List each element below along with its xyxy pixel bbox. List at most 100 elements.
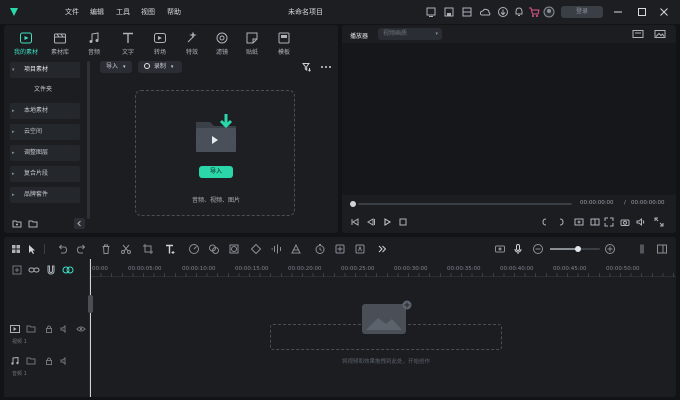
mute-icon[interactable] [60, 325, 70, 333]
timeline-playhead[interactable] [90, 259, 91, 397]
chevron-right-icon: ▸ [12, 108, 15, 114]
menu-file[interactable]: 文件 [65, 0, 79, 24]
tab-library[interactable]: 素材库 [44, 31, 76, 56]
login-button[interactable]: 登录 [561, 6, 603, 18]
folder-icon[interactable] [28, 219, 38, 229]
select-tool-icon[interactable] [26, 243, 38, 255]
more-options-icon[interactable] [320, 62, 332, 72]
import-dropdown[interactable]: 导入 ▾ [100, 61, 132, 73]
monitor-icon[interactable] [425, 6, 437, 18]
undo-icon[interactable] [56, 243, 68, 255]
lock-icon[interactable] [44, 325, 54, 333]
zoom-slider[interactable] [550, 246, 600, 252]
timer-icon[interactable] [314, 243, 326, 255]
tab-stickers[interactable]: 贴纸 [236, 31, 268, 56]
cart-icon[interactable] [528, 6, 540, 18]
camera-icon[interactable] [620, 217, 630, 227]
add-track-icon[interactable] [12, 265, 22, 275]
volume-icon[interactable] [636, 217, 646, 227]
media-drop-zone[interactable]: 导入 音频、视频、图片 [135, 90, 295, 216]
sidebar-item-folder[interactable]: 文件夹 [10, 82, 80, 98]
color-match-icon[interactable] [208, 243, 220, 255]
sidebar-scrollbar[interactable] [87, 61, 90, 219]
sidebar-item-brand-kit[interactable]: ▸ 品牌套件 [10, 187, 80, 203]
tab-my-media[interactable]: 我的素材 [10, 31, 42, 56]
mark-out-icon[interactable] [556, 217, 566, 227]
collapse-sidebar-button[interactable] [74, 218, 85, 229]
redo-icon[interactable] [76, 243, 88, 255]
tab-templates[interactable]: 模板 [268, 31, 300, 56]
timeline-settings-icon[interactable] [636, 243, 648, 255]
sidebar-item-cloud[interactable]: ▸ 云空间 [10, 124, 80, 140]
tab-effects[interactable]: 特效 [176, 31, 208, 56]
magnet-icon[interactable] [46, 265, 56, 275]
link-icon[interactable] [28, 265, 40, 275]
record-dropdown[interactable]: 录制 ▾ [138, 61, 182, 73]
mark-in-icon[interactable] [540, 217, 550, 227]
expand-icon[interactable] [654, 217, 664, 227]
split-icon[interactable] [120, 243, 132, 255]
voiceover-icon[interactable] [532, 243, 544, 255]
grid-layout-icon[interactable] [10, 243, 22, 255]
filter-icon[interactable] [302, 62, 312, 72]
snapshot-icon[interactable] [654, 29, 666, 39]
mute-icon[interactable] [60, 357, 70, 365]
quality-dropdown[interactable]: 视频画质 ▾ [378, 28, 442, 40]
fullscreen-preview-icon[interactable] [604, 217, 614, 227]
display-settings-icon[interactable] [632, 29, 644, 39]
menu-edit[interactable]: 编辑 [90, 0, 104, 24]
download-icon[interactable] [497, 6, 509, 18]
import-button[interactable]: 导入 [199, 166, 233, 178]
render-preview-icon[interactable] [494, 243, 506, 255]
insert-icon[interactable] [590, 217, 600, 227]
track-folder-icon[interactable] [26, 357, 36, 365]
menu-tools[interactable]: 工具 [116, 0, 130, 24]
snap-icon[interactable] [62, 265, 74, 275]
microphone-icon[interactable] [512, 243, 524, 255]
tab-transitions[interactable]: 转场 [144, 31, 176, 56]
keyframe-icon[interactable] [250, 243, 262, 255]
scrub-bar[interactable] [358, 203, 572, 205]
maximize-icon[interactable] [634, 4, 650, 20]
stabilize-icon[interactable] [290, 243, 302, 255]
sidebar-item-compound-clip[interactable]: ▸ 复合片段 [10, 166, 80, 182]
save-icon[interactable] [443, 6, 455, 18]
playhead-handle[interactable] [350, 201, 356, 207]
tab-text[interactable]: 文字 [112, 31, 144, 56]
zoom-in-icon[interactable] [604, 243, 616, 255]
play-icon[interactable] [382, 217, 392, 227]
text-tool-icon[interactable] [164, 243, 176, 255]
menu-view[interactable]: 视图 [141, 0, 155, 24]
add-to-timeline-icon[interactable] [574, 217, 584, 227]
audio-edit-icon[interactable] [270, 243, 282, 255]
eye-icon[interactable] [76, 325, 86, 333]
close-icon[interactable] [656, 4, 672, 20]
sidebar-item-project-media[interactable]: ▾ 项目素材 [10, 62, 80, 78]
playhead-grip[interactable] [88, 295, 93, 313]
tab-audio[interactable]: 音频 [78, 31, 110, 56]
sidebar-item-adjustment-layer[interactable]: ▸ 调整图层 [10, 145, 80, 161]
delete-icon[interactable] [100, 243, 112, 255]
sidebar-item-local-media[interactable]: ▸ 本地素材 [10, 103, 80, 119]
lock-icon[interactable] [44, 357, 54, 365]
notification-icon[interactable] [513, 6, 525, 18]
step-back-icon[interactable] [350, 217, 360, 227]
more-tools-icon[interactable] [376, 243, 388, 255]
crop-icon[interactable] [142, 243, 154, 255]
minimize-icon[interactable] [610, 4, 626, 20]
zoom-slider-thumb[interactable] [575, 246, 581, 252]
user-avatar-icon[interactable] [543, 6, 555, 18]
menu-help[interactable]: 帮助 [167, 0, 181, 24]
panel-toggle-icon[interactable] [656, 243, 668, 255]
play-backward-icon[interactable] [366, 217, 376, 227]
mask-icon[interactable] [228, 243, 240, 255]
layout-icon[interactable] [461, 6, 473, 18]
new-folder-icon[interactable] [12, 219, 22, 229]
cloud-icon[interactable] [479, 6, 491, 18]
stop-icon[interactable] [398, 217, 408, 227]
ai-tool-icon[interactable] [354, 243, 366, 255]
freeze-frame-icon[interactable] [334, 243, 346, 255]
track-folder-icon[interactable] [26, 325, 36, 333]
tab-filters[interactable]: 滤镜 [206, 31, 238, 56]
speed-icon[interactable] [188, 243, 200, 255]
